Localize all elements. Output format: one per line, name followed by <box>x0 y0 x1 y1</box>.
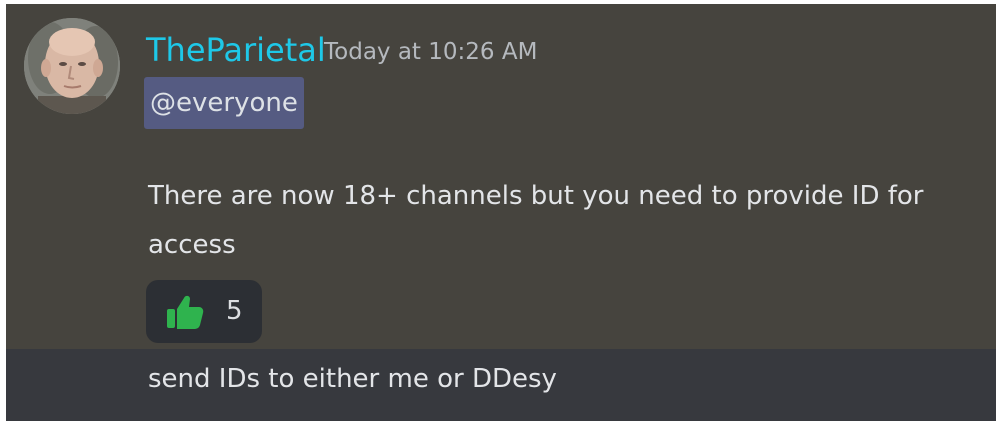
followup-message-text: send IDs to either me or DDesy <box>148 364 557 394</box>
chat-viewport: TheParietal Today at 10:26 AM @everyone … <box>6 4 996 421</box>
avatar[interactable] <box>24 18 120 114</box>
username[interactable]: TheParietal <box>146 30 326 70</box>
thumbs-up-icon <box>167 295 204 329</box>
message-text: There are now 18+ channels but you need … <box>148 181 924 260</box>
everyone-mention[interactable]: @everyone <box>144 77 304 129</box>
message-timestamp: Today at 10:26 AM <box>324 39 538 65</box>
reaction-count: 5 <box>226 296 243 326</box>
avatar-image <box>24 18 120 114</box>
reaction-button[interactable]: 5 <box>146 280 262 343</box>
highlighted-message: TheParietal Today at 10:26 AM @everyone … <box>6 4 996 349</box>
